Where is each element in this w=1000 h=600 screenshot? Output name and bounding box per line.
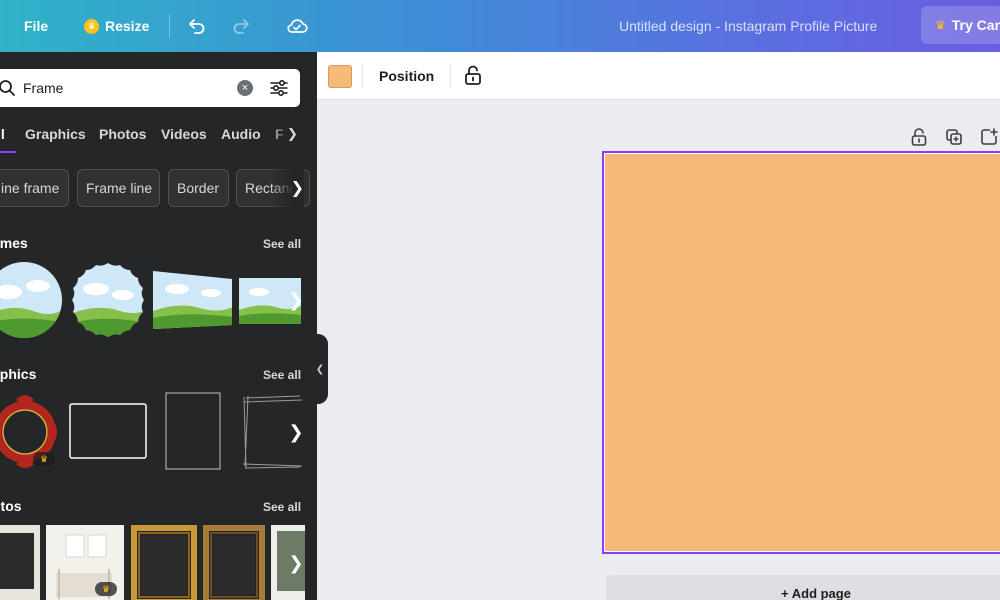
- editor-toolbar: Position: [317, 52, 1000, 100]
- thin-portrait-frame-thumbnail[interactable]: [165, 392, 221, 470]
- section-title-photos: otos: [0, 498, 22, 514]
- active-tab-indicator: [0, 151, 16, 153]
- tab-all[interactable]: ll: [0, 126, 5, 142]
- clear-icon[interactable]: ×: [237, 80, 253, 96]
- filter-icon[interactable]: [269, 78, 289, 103]
- section-title-graphics: aphics: [0, 366, 37, 382]
- design-canvas-page[interactable]: [602, 151, 1000, 554]
- chevron-right-icon[interactable]: ❯: [287, 126, 298, 142]
- tab-audio[interactable]: Audio: [221, 126, 261, 142]
- file-menu-button[interactable]: File: [24, 0, 48, 52]
- see-all-graphics-link[interactable]: See all: [263, 368, 301, 382]
- duplicate-icon[interactable]: [943, 126, 965, 148]
- chevron-right-icon[interactable]: ❯: [284, 420, 308, 444]
- white-rectangle-frame-thumbnail[interactable]: [69, 403, 147, 459]
- section-title-frames: ames: [0, 235, 28, 251]
- search-input[interactable]: Frame ×: [0, 69, 300, 107]
- chip-line-frame[interactable]: ine frame: [0, 169, 69, 207]
- side-panel: Frame × ll Graphics Photos Videos Audio …: [0, 52, 317, 600]
- perspective-frame-thumbnail[interactable]: [153, 271, 233, 329]
- toolbar-divider: [169, 14, 170, 38]
- crown-icon: ♛: [84, 18, 99, 34]
- cloud-sync-icon[interactable]: [284, 13, 310, 39]
- resize-label: Resize: [105, 18, 150, 34]
- lock-icon[interactable]: [463, 64, 483, 91]
- circle-frame-thumbnail[interactable]: [0, 262, 62, 338]
- crown-icon: ♛: [33, 452, 55, 466]
- search-value[interactable]: Frame: [23, 80, 63, 96]
- scalloped-frame-thumbnail[interactable]: [68, 261, 148, 339]
- tab-videos[interactable]: Videos: [161, 126, 207, 142]
- design-title[interactable]: Untitled design - Instagram Profile Pict…: [619, 0, 877, 52]
- toolbar-divider: [450, 64, 451, 88]
- tab-photos[interactable]: Photos: [99, 126, 146, 142]
- chevron-right-icon[interactable]: ❯: [284, 288, 308, 312]
- bronze-frame-photo-thumbnail[interactable]: [203, 525, 265, 600]
- position-button[interactable]: Position: [379, 68, 434, 84]
- add-page-label: + Add page: [781, 586, 851, 600]
- try-label: Try Can: [951, 17, 1000, 33]
- crown-icon: ♛: [935, 18, 946, 32]
- chevron-right-icon[interactable]: ❯: [270, 169, 304, 207]
- file-label: File: [24, 18, 49, 34]
- chip-border[interactable]: Border: [168, 169, 229, 207]
- crown-icon: ♛: [95, 582, 117, 596]
- undo-icon[interactable]: [184, 13, 210, 39]
- redo-icon[interactable]: [228, 13, 254, 39]
- top-bar: File ♛ Resize Untitled design - Instagra…: [0, 0, 1000, 52]
- fill-color-swatch[interactable]: [328, 65, 352, 88]
- search-tabs: ll Graphics Photos Videos Audio F ❯: [0, 118, 317, 153]
- black-frame-photo-thumbnail[interactable]: [0, 525, 40, 600]
- gold-ornate-frame-photo-thumbnail[interactable]: [131, 525, 197, 600]
- add-icon[interactable]: [978, 126, 1000, 148]
- chip-frame-line[interactable]: Frame line: [77, 169, 160, 207]
- toolbar-divider: [362, 64, 363, 88]
- add-page-button[interactable]: + Add page: [606, 575, 1000, 600]
- see-all-frames-link[interactable]: See all: [263, 237, 301, 251]
- tab-graphics[interactable]: Graphics: [25, 126, 86, 142]
- chevron-left-icon: ❮: [315, 363, 325, 375]
- try-canva-pro-button[interactable]: ♛ Try Can: [921, 6, 1000, 44]
- search-icon: [0, 79, 16, 102]
- see-all-photos-link[interactable]: See all: [263, 500, 301, 514]
- collapse-panel-button[interactable]: ❮: [312, 334, 328, 404]
- resize-button[interactable]: ♛ Resize: [84, 0, 149, 52]
- lock-icon[interactable]: [908, 126, 930, 148]
- chevron-right-icon[interactable]: ❯: [284, 551, 308, 575]
